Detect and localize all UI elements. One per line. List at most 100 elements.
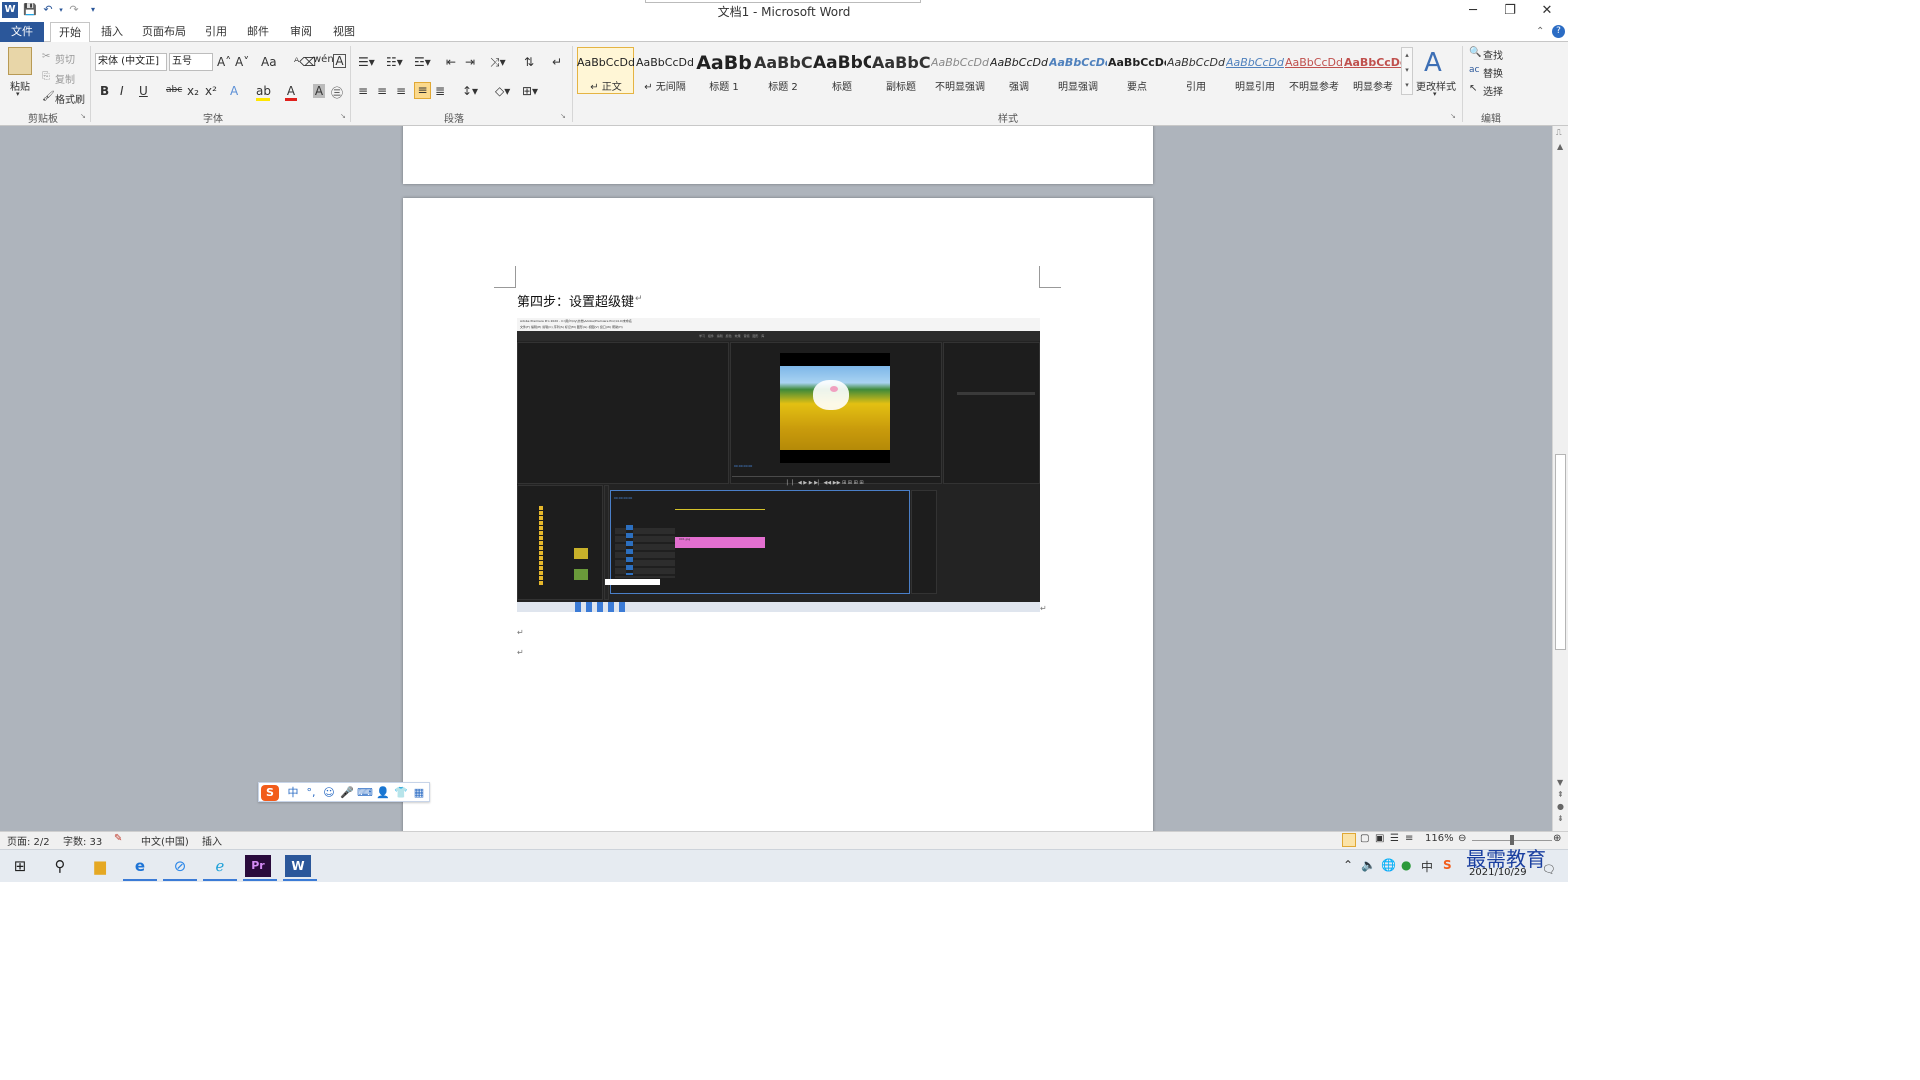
edge-icon[interactable]: e (125, 852, 155, 880)
superscript-button[interactable]: x² (205, 84, 217, 98)
grow-font-button[interactable]: A˄ (217, 55, 231, 69)
tab-mailings[interactable]: 邮件 (242, 22, 274, 42)
style-name[interactable]: 强调 (990, 78, 1048, 93)
word-count[interactable]: 字数: 33 (63, 833, 102, 848)
format-painter-icon[interactable]: 🖌 (42, 91, 55, 102)
distributed-icon[interactable]: ≣ (435, 84, 445, 98)
word-taskbar-icon[interactable]: W (285, 855, 311, 877)
web-layout-icon[interactable]: ▣ (1375, 833, 1384, 844)
style-name[interactable]: 标题 1 (695, 78, 753, 93)
cut-icon[interactable]: ✂ (42, 51, 50, 62)
tab-view[interactable]: 视图 (328, 22, 360, 42)
tab-page-layout[interactable]: 页面布局 (138, 22, 190, 42)
clipboard-launcher-icon[interactable]: ↘ (80, 112, 86, 120)
strikethrough-button[interactable]: abc (166, 85, 182, 95)
font-family-combo[interactable]: 宋体 (中文正] (95, 53, 167, 71)
replace-icon[interactable]: ac (1469, 65, 1479, 75)
bullets-icon[interactable]: ☰▾ (358, 55, 375, 69)
borders-icon[interactable]: ⊞▾ (522, 84, 538, 98)
zoom-level[interactable]: 116% (1425, 833, 1454, 844)
align-left-icon[interactable]: ≡ (358, 84, 368, 98)
ime-tray-icon[interactable]: 中 (1421, 858, 1433, 875)
style-name[interactable]: 副标题 (872, 78, 930, 93)
style-name[interactable]: 明显引用 (1226, 78, 1284, 93)
app-tray-icon[interactable]: ● (1401, 858, 1411, 872)
start-icon[interactable]: ⊞ (5, 852, 35, 880)
style-name[interactable]: ↵ 无间隔 (636, 78, 694, 93)
scroll-down-icon[interactable]: ▼ (1557, 778, 1563, 787)
shading-icon[interactable]: ◇▾ (495, 84, 510, 98)
style-preview[interactable]: AaBbC (872, 52, 930, 74)
multilevel-list-icon[interactable]: ☲▾ (414, 55, 431, 69)
outline-icon[interactable]: ☰ (1390, 833, 1399, 844)
close-button[interactable]: ✕ (1529, 0, 1565, 22)
increase-indent-icon[interactable]: ⇥ (465, 55, 475, 69)
change-styles-dropdown-icon[interactable]: ▾ (1433, 90, 1437, 98)
notification-icon[interactable]: 🗨 (1542, 863, 1556, 876)
tab-references[interactable]: 引用 (200, 22, 232, 42)
style-name[interactable]: ↵ 正文 (577, 78, 635, 93)
change-styles-icon[interactable]: A (1424, 48, 1442, 78)
style-name[interactable]: 明显参考 (1344, 78, 1402, 93)
copy-icon[interactable]: ⎘ (42, 71, 50, 82)
zoom-in-icon[interactable]: ⊕ (1553, 833, 1561, 844)
style-preview[interactable]: AaBb (695, 52, 753, 74)
font-launcher-icon[interactable]: ↘ (340, 112, 346, 120)
find-icon[interactable]: 🔍 (1469, 47, 1481, 58)
tab-file[interactable]: 文件 (0, 22, 44, 42)
style-name[interactable]: 标题 (813, 78, 871, 93)
paste-button[interactable]: 粘贴 (10, 78, 30, 93)
restore-button[interactable]: ❐ (1492, 0, 1528, 22)
keyboard-icon[interactable]: ⌨ (357, 785, 373, 801)
vertical-scrollbar[interactable]: ⎍ ▲ ▼ ⇞ ● ⇟ (1552, 126, 1568, 831)
clock-date[interactable]: 2021/10/29 (1469, 867, 1527, 878)
sort-icon[interactable]: ⇅ (524, 55, 534, 69)
collapse-ribbon-icon[interactable]: ⌃ (1536, 26, 1544, 37)
style-preview[interactable]: AaBbCcDd (1108, 52, 1166, 74)
language-indicator[interactable]: 中文(中国) (141, 833, 189, 848)
styles-launcher-icon[interactable]: ↘ (1450, 112, 1456, 120)
styles-scroll[interactable]: ▴ ▾ ▾ (1401, 47, 1413, 95)
align-right-icon[interactable]: ≡ (396, 84, 406, 98)
skin-icon[interactable]: 👕 (393, 785, 409, 801)
browser-icon[interactable]: ⊘ (165, 852, 195, 880)
user-icon[interactable]: 👤 (375, 785, 391, 801)
select-button[interactable]: 选择 (1483, 83, 1503, 98)
sogou-tray-icon[interactable]: S (1443, 858, 1452, 872)
style-preview[interactable]: AaBbCcDd (931, 52, 989, 74)
align-center-icon[interactable]: ≡ (377, 84, 387, 98)
style-preview[interactable]: AaBbCcDd (1344, 52, 1402, 74)
select-icon[interactable]: ↖ (1469, 83, 1477, 94)
text-effects-icon[interactable]: A (230, 84, 238, 98)
style-name[interactable]: 不明显参考 (1285, 78, 1343, 93)
style-name[interactable]: 不明显强调 (931, 78, 989, 93)
scroll-thumb[interactable] (1555, 454, 1566, 650)
search-icon[interactable]: ⚲ (45, 852, 75, 880)
replace-button[interactable]: 替换 (1483, 65, 1503, 80)
ruler-toggle-icon[interactable]: ⎍ (1556, 128, 1562, 138)
font-color-icon[interactable]: A (285, 84, 297, 101)
cut-button[interactable]: 剪切 (55, 51, 75, 66)
style-preview[interactable]: AaBbCcDd (577, 52, 635, 74)
network-icon[interactable]: 🌐 (1381, 858, 1396, 872)
help-icon[interactable]: ? (1552, 25, 1565, 38)
decrease-indent-icon[interactable]: ⇤ (446, 55, 456, 69)
tray-expand-icon[interactable]: ⌃ (1343, 858, 1353, 872)
italic-button[interactable]: I (120, 84, 124, 98)
change-case-button[interactable]: Aa (261, 55, 277, 69)
style-preview[interactable]: AaBbC (813, 52, 871, 74)
subscript-button[interactable]: x₂ (187, 84, 199, 98)
minimize-button[interactable]: ─ (1455, 0, 1491, 22)
sogou-logo-icon[interactable]: S (261, 785, 279, 801)
browse-object-icon[interactable]: ● (1557, 802, 1564, 811)
premiere-icon[interactable]: Pr (245, 855, 271, 877)
style-preview[interactable]: AaBbCcDd (1049, 52, 1107, 74)
format-painter-button[interactable]: 格式刷 (55, 91, 85, 106)
char-border-icon[interactable]: A (333, 54, 346, 68)
page-count[interactable]: 页面: 2/2 (7, 833, 50, 848)
copy-button[interactable]: 复制 (55, 71, 75, 86)
paste-dropdown-icon[interactable]: ▾ (16, 90, 20, 98)
tab-insert[interactable]: 插入 (96, 22, 128, 42)
style-preview[interactable]: AaBbCcDd (636, 52, 694, 74)
style-name[interactable]: 引用 (1167, 78, 1225, 93)
